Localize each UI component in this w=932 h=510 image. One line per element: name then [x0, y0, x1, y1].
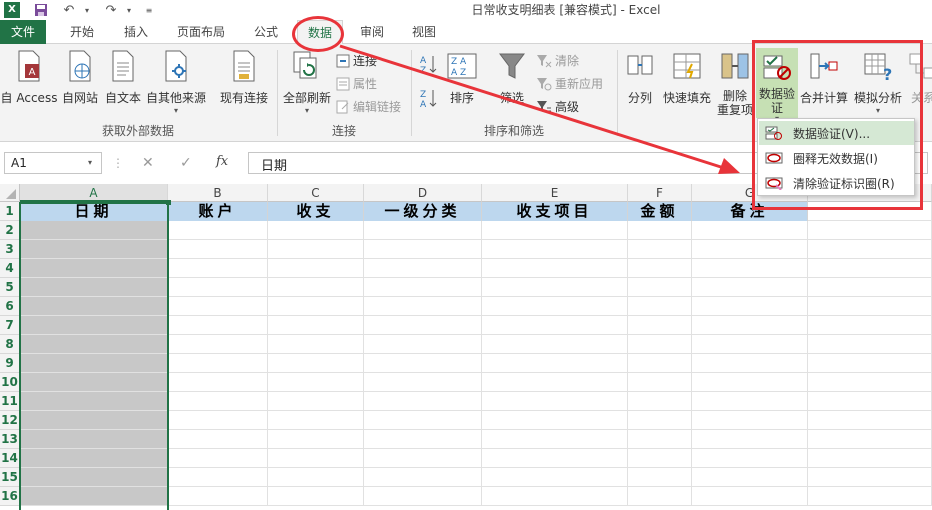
- annotation-arrow: [339, 44, 740, 174]
